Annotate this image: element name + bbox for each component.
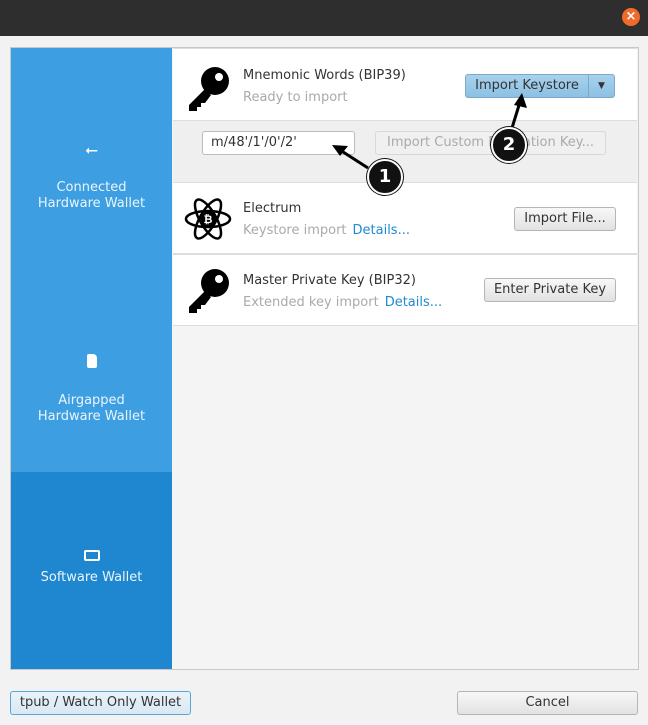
annotation-arrows (332, 93, 527, 170)
callout-2: 2 (491, 127, 527, 163)
arrow-2-head (514, 93, 527, 108)
watch-only-wallet-button[interactable]: tpub / Watch Only Wallet (10, 691, 191, 715)
callout-1: 1 (367, 159, 403, 195)
cancel-button[interactable]: Cancel (457, 691, 638, 715)
arrow-1 (339, 148, 369, 170)
